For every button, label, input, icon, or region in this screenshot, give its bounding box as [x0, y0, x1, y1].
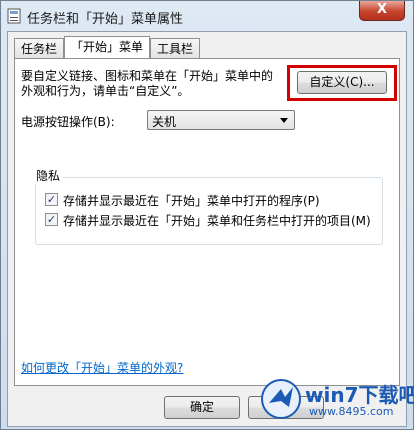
- recent-items-label: 存储并显示最近在「开始」菜单和任务栏中打开的项目(M): [63, 214, 371, 228]
- tab-toolbars[interactable]: 工具栏: [150, 38, 201, 58]
- ok-button[interactable]: 确定: [164, 396, 240, 419]
- start-menu-tab-page: 要自定义链接、图标和菜单在「开始」菜单中的 外观和行为，请单击“自定义”。 自定…: [14, 58, 400, 386]
- description-line-2: 外观和行为，请单击“自定义”。: [21, 84, 190, 98]
- ok-button-label: 确定: [189, 400, 214, 414]
- recent-programs-checkbox[interactable]: ✓: [45, 193, 58, 206]
- tab-taskbar[interactable]: 任务栏: [14, 38, 65, 58]
- power-action-value: 关机: [152, 115, 177, 129]
- properties-window: 任务栏和「开始」菜单属性 X 任务栏 「开始」菜单 工具栏 要自定义链接、图标和…: [0, 0, 414, 430]
- tab-toolbars-label: 工具栏: [157, 42, 194, 56]
- chevron-down-icon: [280, 118, 288, 123]
- privacy-group-title: 隐私: [33, 167, 64, 184]
- watermark-brand: win7下载吧: [305, 383, 414, 407]
- dialog-body: 任务栏 「开始」菜单 工具栏 要自定义链接、图标和菜单在「开始」菜单中的 外观和…: [7, 31, 407, 427]
- power-button-label: 电源按钮操作(B):: [21, 115, 115, 129]
- window-title: 任务栏和「开始」菜单属性: [27, 12, 184, 27]
- taskbar-icon: [7, 8, 21, 24]
- recent-programs-label: 存储并显示最近在「开始」菜单中打开的程序(P): [63, 194, 320, 208]
- title-bar[interactable]: 任务栏和「开始」菜单属性 X: [1, 1, 413, 31]
- windows-logo-icon: [261, 379, 301, 419]
- close-button[interactable]: X: [359, 1, 405, 21]
- close-icon: X: [376, 2, 388, 17]
- tab-taskbar-label: 任务栏: [21, 42, 58, 56]
- description-line-1: 要自定义链接、图标和菜单在「开始」菜单中的: [21, 69, 274, 83]
- power-action-select[interactable]: 关机: [147, 110, 295, 130]
- customize-button-label: 自定义(C)...: [309, 75, 375, 89]
- help-link[interactable]: 如何更改「开始」菜单的外观?: [21, 359, 183, 376]
- customize-button[interactable]: 自定义(C)...: [297, 71, 387, 94]
- site-watermark: win7下载吧 www.8495.com: [253, 373, 414, 427]
- privacy-group: [35, 177, 383, 245]
- watermark-url: www.8495.com: [309, 405, 394, 418]
- tab-start-menu-label: 「开始」菜单: [71, 40, 144, 54]
- tab-start-menu[interactable]: 「开始」菜单: [64, 36, 151, 58]
- recent-items-checkbox[interactable]: ✓: [45, 213, 58, 226]
- customize-description: 要自定义链接、图标和菜单在「开始」菜单中的 外观和行为，请单击“自定义”。: [21, 69, 301, 99]
